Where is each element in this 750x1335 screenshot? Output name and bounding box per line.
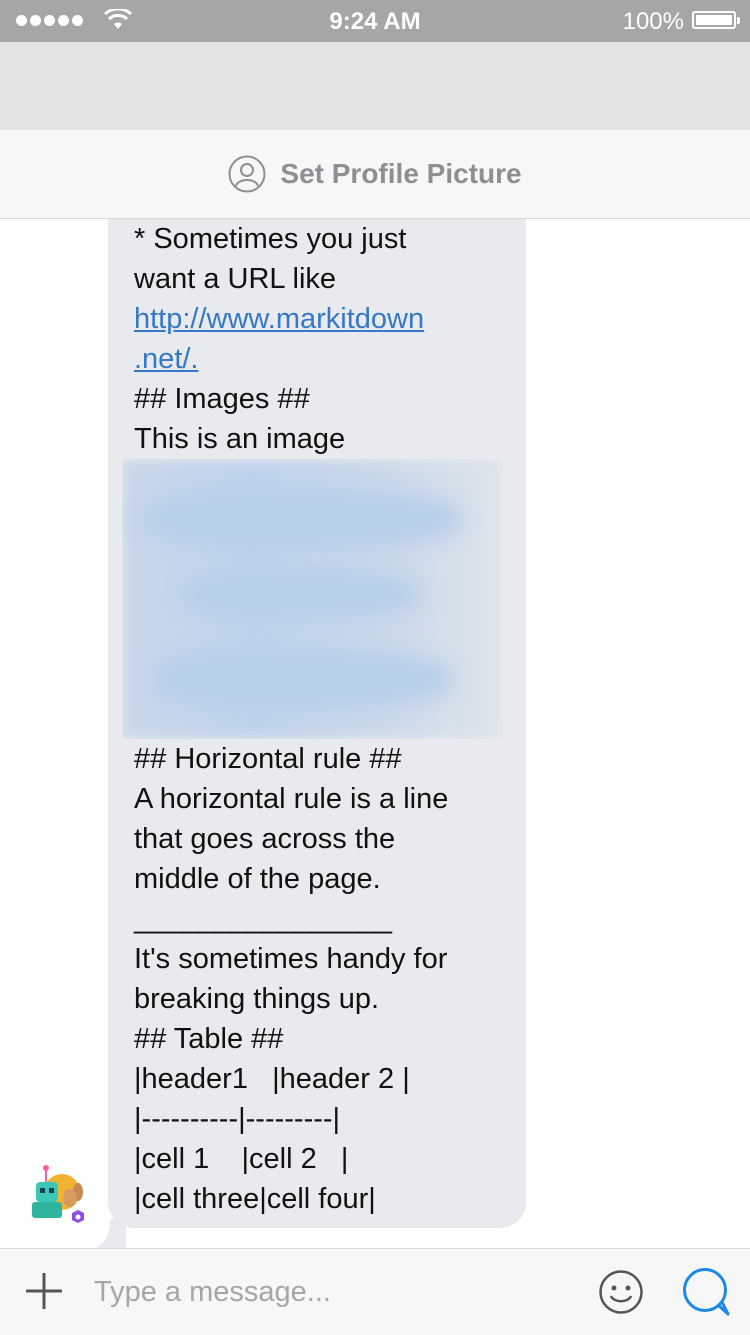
message-line: |cell 1 |cell 2 | [134,1143,349,1175]
message-link[interactable]: http://www.markitdown [134,299,514,339]
message-text: * Sometimes you just want a URL like htt… [122,219,514,1219]
message-line: It's sometimes handy for [134,943,448,975]
message-list[interactable]: * Sometimes you just want a URL like htt… [0,219,750,1248]
navigation-bar [0,42,750,130]
status-bar: 9:24 AM 100% [0,0,750,42]
emoji-icon[interactable] [598,1269,644,1315]
message-line: ________________ [134,903,393,935]
message-line: This is an image [134,423,346,455]
message-line: ## Horizontal rule ## [134,743,402,775]
send-icon[interactable] [682,1267,732,1317]
message-line: |----------|---------| [134,1103,341,1135]
message-line: * Sometimes you just [134,223,407,255]
battery-icon [692,11,740,29]
message-input[interactable] [94,1271,564,1313]
message-line: |cell three|cell four| [134,1183,376,1215]
bot-avatar-icon[interactable] [26,1162,90,1226]
compose-bar [0,1248,750,1335]
message-line: want a URL like [134,263,337,295]
set-profile-picture-label: Set Profile Picture [280,158,522,189]
message-line: |header1 |header 2 | [134,1063,410,1095]
message-line: breaking things up. [134,983,380,1015]
message-line: ## Table ## [134,1023,284,1055]
set-profile-picture-button[interactable]: Set Profile Picture [0,130,750,219]
profile-icon [228,155,266,193]
battery-percent: 100% [622,8,684,35]
message-line: that goes across the [134,823,396,855]
blurred-image[interactable] [122,459,502,739]
message-line: middle of the page. [134,863,381,895]
message-line: A horizontal rule is a line [134,783,449,815]
message-link[interactable]: .net/. [134,339,514,379]
message-line: ## Images ## [134,383,310,415]
plus-icon[interactable] [24,1271,64,1311]
